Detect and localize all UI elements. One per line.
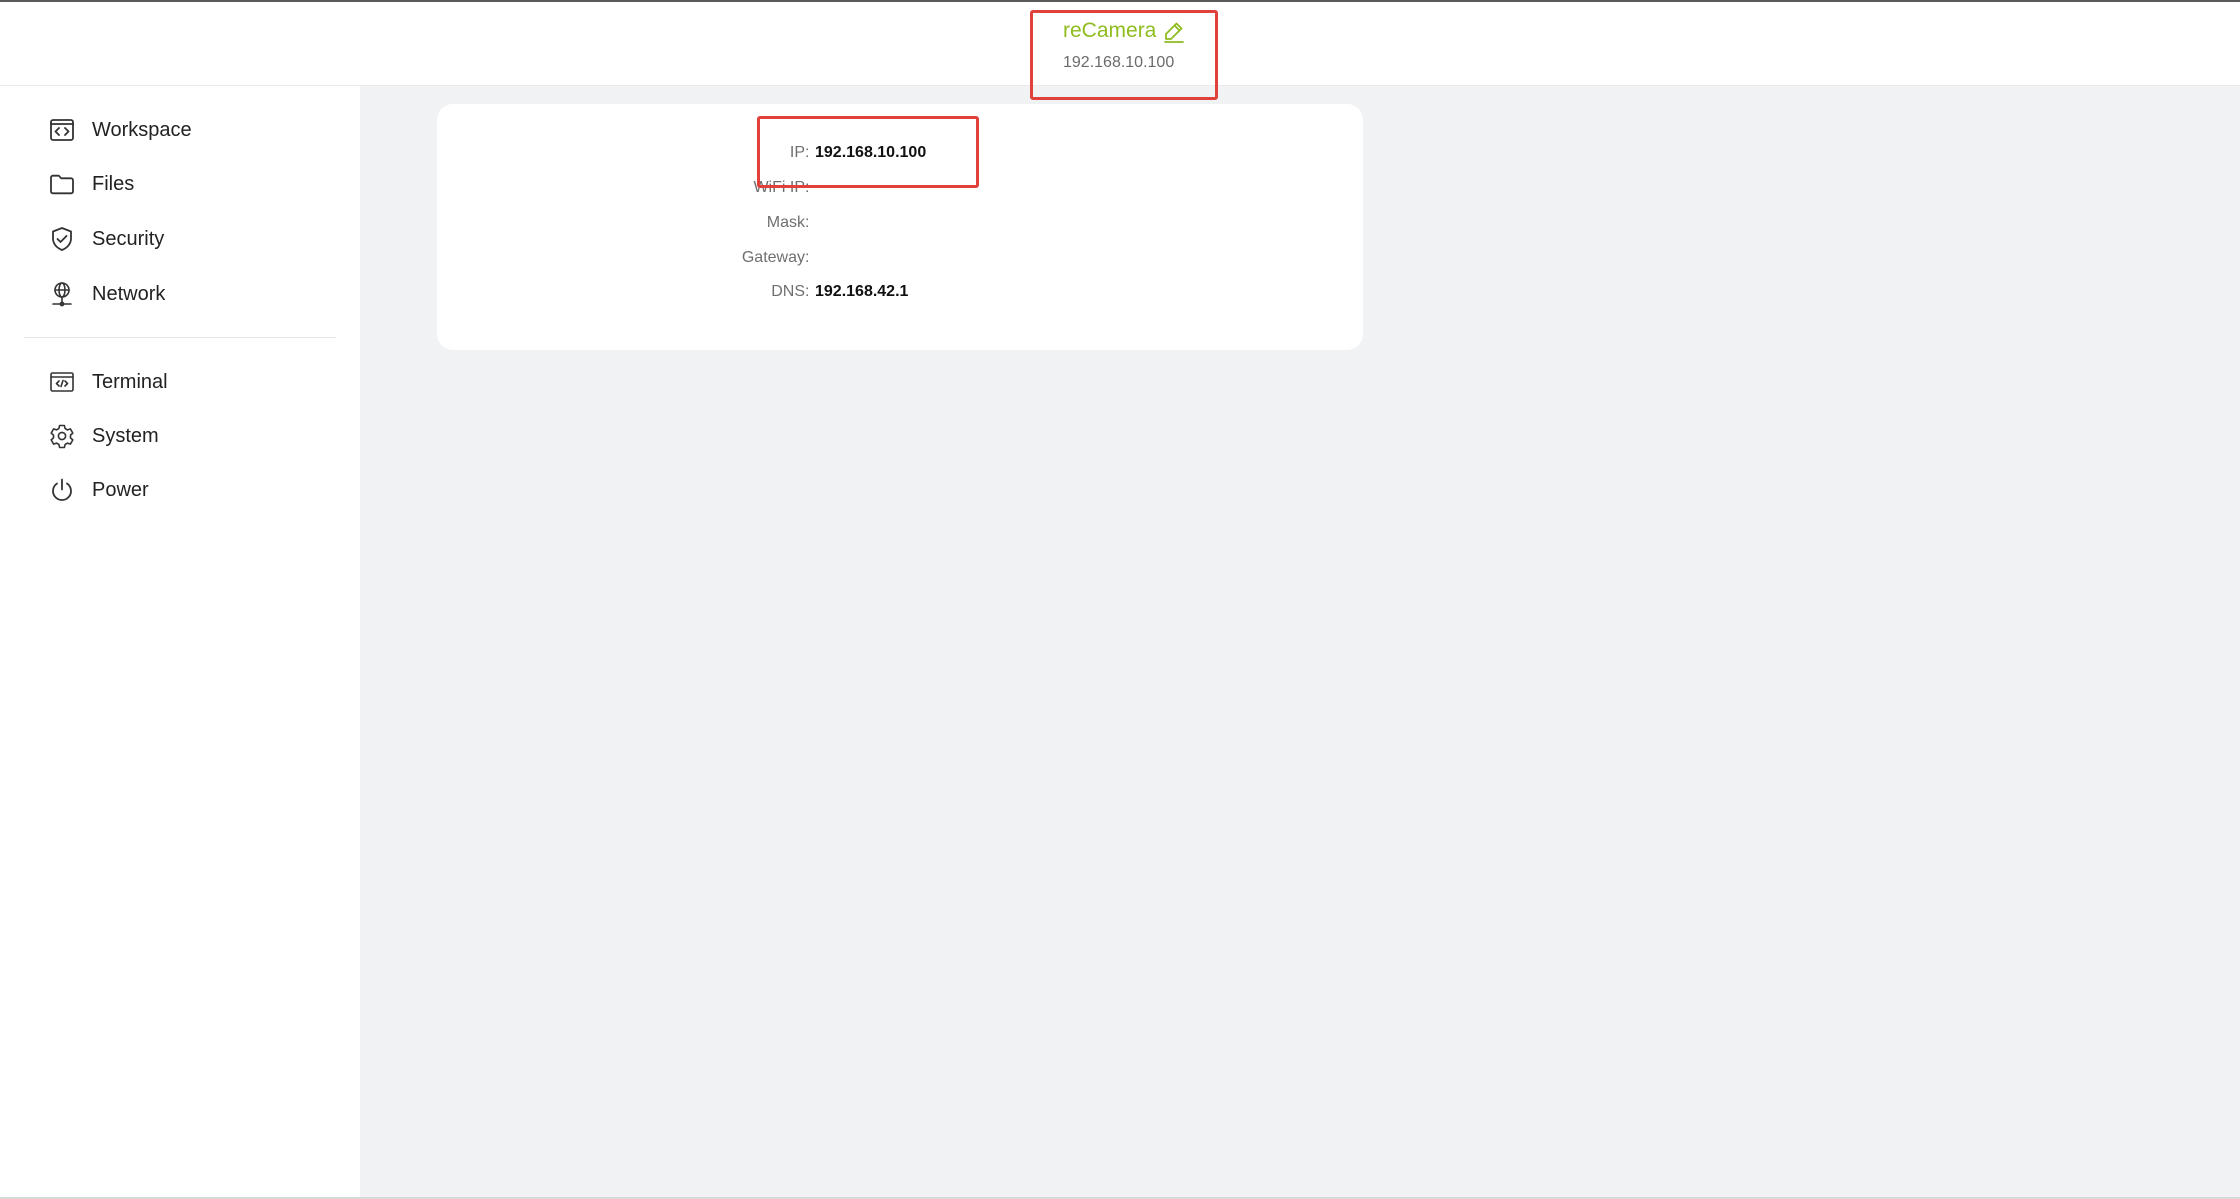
shield-check-icon xyxy=(48,225,76,253)
sidebar-item-terminal[interactable]: Terminal xyxy=(48,362,168,402)
network-row-mask: Mask : xyxy=(437,211,1363,235)
gear-icon xyxy=(48,422,76,450)
network-row-value: 192.168.42.1 xyxy=(815,283,909,300)
power-icon xyxy=(48,476,76,504)
label-separator: : xyxy=(805,283,810,300)
sidebar-item-power[interactable]: Power xyxy=(48,470,149,510)
network-row-label: Gateway xyxy=(741,249,805,266)
sidebar-item-files[interactable]: Files xyxy=(48,164,134,204)
sidebar-item-label: Files xyxy=(92,172,135,195)
label-separator: : xyxy=(805,249,810,266)
network-row-label: DNS xyxy=(771,283,805,300)
sidebar-item-label: Power xyxy=(92,478,149,501)
sidebar-item-system[interactable]: System xyxy=(48,416,159,456)
sidebar-item-network[interactable]: Network xyxy=(48,274,165,314)
terminal-icon xyxy=(48,368,76,396)
sidebar-item-security[interactable]: Security xyxy=(48,219,164,259)
sidebar-item-label: System xyxy=(92,424,159,447)
code-window-icon xyxy=(48,116,76,144)
network-row-dns: DNS : 192.168.42.1 xyxy=(437,280,1363,304)
network-globe-icon xyxy=(48,280,76,308)
folder-icon xyxy=(48,170,76,198)
highlight-box-device xyxy=(1030,10,1218,100)
sidebar-item-label: Terminal xyxy=(92,370,168,393)
sidebar-item-label: Network xyxy=(92,282,166,305)
sidebar: Workspace Files Security Network Termina… xyxy=(0,86,360,1199)
network-row-label: Mask xyxy=(766,214,805,231)
highlight-box-ip xyxy=(757,116,979,188)
network-row-label: IP xyxy=(789,144,805,161)
sidebar-item-label: Workspace xyxy=(92,118,192,141)
network-row-label: WiFi IP xyxy=(753,179,805,196)
sidebar-item-label: Security xyxy=(92,227,165,250)
network-row-gateway: Gateway : xyxy=(437,246,1363,270)
sidebar-divider xyxy=(24,337,336,338)
label-separator: : xyxy=(805,214,810,231)
sidebar-item-workspace[interactable]: Workspace xyxy=(48,110,192,150)
